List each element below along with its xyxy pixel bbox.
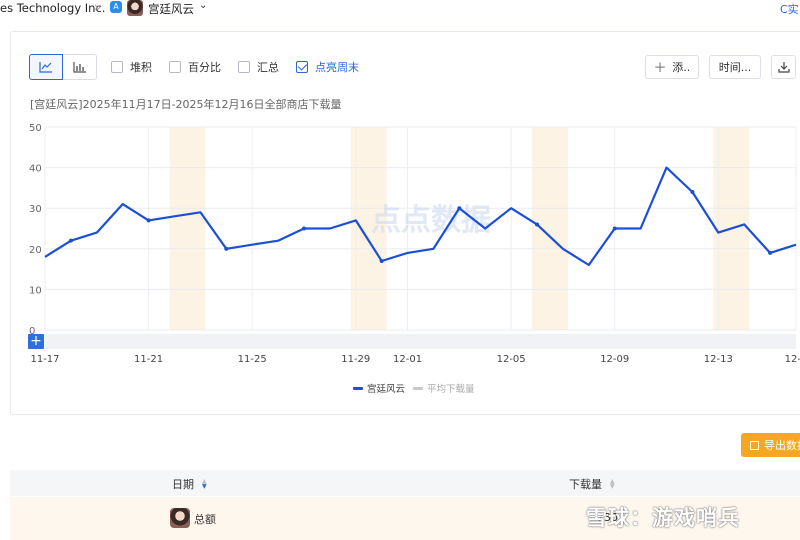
export-data-button[interactable]: 导出数据 bbox=[741, 433, 800, 457]
x-tick-label: 12-09 bbox=[600, 354, 629, 365]
data-point bbox=[690, 189, 695, 194]
y-tick-label: 40 bbox=[29, 164, 42, 175]
sort-icon[interactable]: ▲ ▼ bbox=[610, 479, 615, 490]
legend-item-average[interactable]: 平均下载量 bbox=[413, 381, 475, 395]
column-header-downloads[interactable]: 下载量 ▲ ▼ bbox=[569, 476, 615, 492]
x-tick-label: 12-1 bbox=[785, 354, 800, 365]
y-tick-label: 10 bbox=[29, 285, 42, 296]
export-data-label: 导出数据 bbox=[764, 439, 800, 452]
x-tick-label: 11-25 bbox=[238, 354, 267, 365]
data-point bbox=[146, 218, 151, 223]
y-tick-label: 30 bbox=[29, 204, 42, 215]
breadcrumb-separator-icon: » bbox=[94, 0, 102, 14]
refresh-link[interactable]: C实 bbox=[780, 1, 799, 17]
data-point bbox=[301, 226, 306, 231]
download-line-chart: 0102030405011-17 11-21 11-25 11-29 12-01 12-0… bbox=[29, 123, 800, 365]
x-tick-label: 11-17 bbox=[30, 354, 59, 365]
column-header-date[interactable]: 日期 ▲ ▼ bbox=[172, 476, 207, 492]
data-point bbox=[768, 250, 773, 255]
data-point bbox=[224, 246, 229, 251]
chart-panel: 堆积 百分比 汇总 点亮周末 + 添.. 时间... [宫廷风云]2025年11… bbox=[10, 31, 800, 415]
y-tick-label: 50 bbox=[29, 123, 42, 134]
xueqiu-watermark: 雪球：游戏哨兵 bbox=[586, 506, 740, 530]
legend-item-series[interactable]: 宫廷风云 bbox=[353, 381, 405, 395]
watermark: 点点数据 bbox=[371, 203, 491, 238]
x-tick-label: 12-01 bbox=[393, 354, 422, 365]
row-total-label: 总额 bbox=[194, 513, 216, 526]
legend-label-average: 平均下载量 bbox=[427, 384, 475, 395]
column-header-date-label: 日期 bbox=[172, 478, 194, 491]
chevron-down-icon[interactable]: ⌄ bbox=[199, 0, 207, 11]
legend-swatch-average bbox=[413, 386, 423, 390]
app-avatar bbox=[127, 0, 143, 16]
data-point bbox=[535, 222, 540, 227]
weekend-band bbox=[532, 127, 568, 330]
top-bar: es Technology Inc. » A 宫廷风云 ⌄ C实 bbox=[0, 0, 800, 18]
x-tick-label: 12-13 bbox=[704, 354, 733, 365]
y-tick-label: 20 bbox=[29, 245, 42, 256]
sort-icon[interactable]: ▲ ▼ bbox=[202, 479, 207, 490]
weekend-band bbox=[169, 127, 206, 330]
legend-label-series: 宫廷风云 bbox=[367, 384, 406, 395]
data-point bbox=[68, 238, 73, 243]
data-point bbox=[379, 258, 384, 263]
zoom-plus-button[interactable]: + bbox=[28, 334, 44, 349]
x-tick-label: 11-21 bbox=[134, 354, 163, 365]
app-avatar bbox=[170, 508, 190, 528]
x-tick-label: 11-29 bbox=[341, 354, 370, 365]
app-store-icon: A bbox=[110, 1, 122, 13]
x-tick-label: 12-05 bbox=[497, 354, 526, 365]
breadcrumb-app-name[interactable]: 宫廷风云 bbox=[148, 1, 194, 17]
data-point bbox=[457, 206, 462, 211]
legend-swatch-series bbox=[353, 386, 363, 390]
breadcrumb-developer[interactable]: es Technology Inc. bbox=[0, 1, 105, 15]
column-header-downloads-label: 下载量 bbox=[569, 478, 602, 491]
export-icon bbox=[750, 440, 759, 450]
table-header: 日期 ▲ ▼ 下载量 ▲ ▼ bbox=[10, 470, 800, 496]
data-point bbox=[612, 226, 617, 231]
zoom-slider-track bbox=[45, 334, 796, 349]
